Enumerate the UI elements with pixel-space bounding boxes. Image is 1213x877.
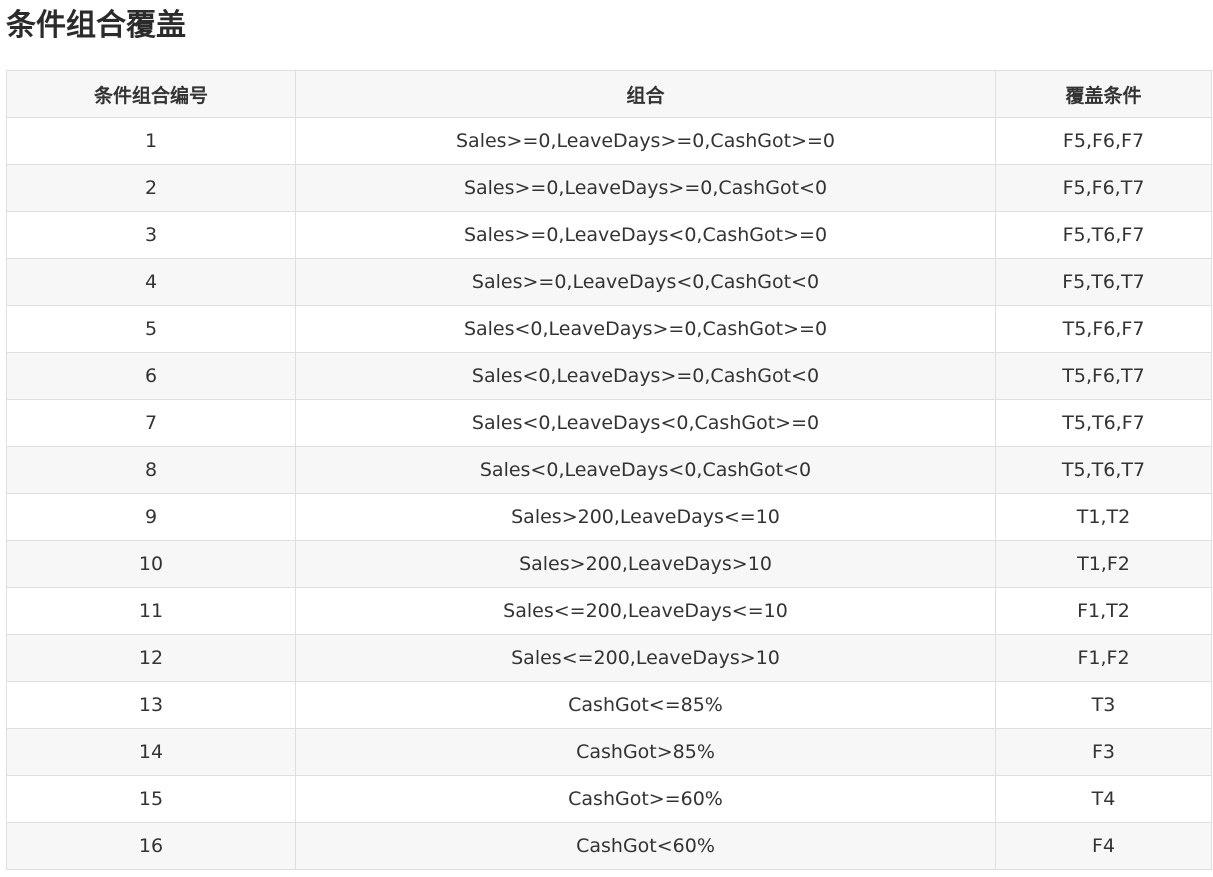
- cell-covered: T5,T6,F7: [995, 399, 1212, 447]
- table-row: 13 CashGot<=85% T3: [6, 681, 1212, 729]
- cell-id: 2: [6, 164, 296, 212]
- cell-combination: Sales>=0,LeaveDays<0,CashGot<0: [295, 258, 996, 306]
- cell-combination: Sales>=0,LeaveDays<0,CashGot>=0: [295, 211, 996, 259]
- cell-id: 15: [6, 775, 296, 823]
- cell-combination: Sales<=200,LeaveDays<=10: [295, 587, 996, 635]
- cell-combination: Sales>200,LeaveDays>10: [295, 540, 996, 588]
- cell-combination: Sales>=0,LeaveDays>=0,CashGot<0: [295, 164, 996, 212]
- cell-combination: Sales<0,LeaveDays>=0,CashGot<0: [295, 352, 996, 400]
- cell-combination: Sales>=0,LeaveDays>=0,CashGot>=0: [295, 117, 996, 165]
- table-row: 4 Sales>=0,LeaveDays<0,CashGot<0 F5,T6,T…: [6, 258, 1212, 306]
- cell-id: 8: [6, 446, 296, 494]
- page-title: 条件组合覆盖: [6, 8, 186, 43]
- cell-combination: Sales<0,LeaveDays>=0,CashGot>=0: [295, 305, 996, 353]
- cell-covered: F5,T6,T7: [995, 258, 1212, 306]
- cell-covered: F1,T2: [995, 587, 1212, 635]
- table-row: 3 Sales>=0,LeaveDays<0,CashGot>=0 F5,T6,…: [6, 211, 1212, 259]
- cell-covered: F3: [995, 728, 1212, 776]
- table-row: 12 Sales<=200,LeaveDays>10 F1,F2: [6, 634, 1212, 682]
- cell-covered: T1,T2: [995, 493, 1212, 541]
- table-row: 14 CashGot>85% F3: [6, 728, 1212, 776]
- cell-covered: T1,F2: [995, 540, 1212, 588]
- table-row: 8 Sales<0,LeaveDays<0,CashGot<0 T5,T6,T7: [6, 446, 1212, 494]
- cell-combination: Sales<=200,LeaveDays>10: [295, 634, 996, 682]
- cell-combination: CashGot<60%: [295, 822, 996, 870]
- cell-covered: F5,F6,F7: [995, 117, 1212, 165]
- cell-id: 1: [6, 117, 296, 165]
- cell-combination: CashGot>=60%: [295, 775, 996, 823]
- cell-combination: CashGot<=85%: [295, 681, 996, 729]
- cell-id: 3: [6, 211, 296, 259]
- cell-id: 13: [6, 681, 296, 729]
- cell-covered: F1,F2: [995, 634, 1212, 682]
- table-row: 5 Sales<0,LeaveDays>=0,CashGot>=0 T5,F6,…: [6, 305, 1212, 353]
- cell-combination: CashGot>85%: [295, 728, 996, 776]
- cell-id: 4: [6, 258, 296, 306]
- table-row: 10 Sales>200,LeaveDays>10 T1,F2: [6, 540, 1212, 588]
- table-row: 9 Sales>200,LeaveDays<=10 T1,T2: [6, 493, 1212, 541]
- cell-id: 11: [6, 587, 296, 635]
- cell-combination: Sales<0,LeaveDays<0,CashGot>=0: [295, 399, 996, 447]
- table-row: 11 Sales<=200,LeaveDays<=10 F1,T2: [6, 587, 1212, 635]
- table-row: 1 Sales>=0,LeaveDays>=0,CashGot>=0 F5,F6…: [6, 117, 1212, 165]
- cell-combination: Sales<0,LeaveDays<0,CashGot<0: [295, 446, 996, 494]
- cell-id: 9: [6, 493, 296, 541]
- cell-covered: T5,F6,F7: [995, 305, 1212, 353]
- cell-covered: F4: [995, 822, 1212, 870]
- table-row: 2 Sales>=0,LeaveDays>=0,CashGot<0 F5,F6,…: [6, 164, 1212, 212]
- cell-id: 5: [6, 305, 296, 353]
- cell-combination: Sales>200,LeaveDays<=10: [295, 493, 996, 541]
- cell-id: 6: [6, 352, 296, 400]
- table-row: 15 CashGot>=60% T4: [6, 775, 1212, 823]
- cell-id: 14: [6, 728, 296, 776]
- cell-id: 12: [6, 634, 296, 682]
- cell-covered: T3: [995, 681, 1212, 729]
- table-row: 7 Sales<0,LeaveDays<0,CashGot>=0 T5,T6,F…: [6, 399, 1212, 447]
- table-row: 16 CashGot<60% F4: [6, 822, 1212, 870]
- cell-id: 7: [6, 399, 296, 447]
- table-row: 6 Sales<0,LeaveDays>=0,CashGot<0 T5,F6,T…: [6, 352, 1212, 400]
- cell-covered: F5,F6,T7: [995, 164, 1212, 212]
- column-header-combination: 组合: [295, 70, 996, 118]
- cell-id: 16: [6, 822, 296, 870]
- cell-covered: F5,T6,F7: [995, 211, 1212, 259]
- condition-combination-table: 条件组合编号 组合 覆盖条件 1 Sales>=0,LeaveDays>=0,C…: [6, 70, 1212, 870]
- cell-covered: T4: [995, 775, 1212, 823]
- cell-id: 10: [6, 540, 296, 588]
- table-header-row: 条件组合编号 组合 覆盖条件: [6, 70, 1212, 118]
- column-header-covered: 覆盖条件: [995, 70, 1212, 118]
- column-header-id: 条件组合编号: [6, 70, 296, 118]
- cell-covered: T5,F6,T7: [995, 352, 1212, 400]
- cell-covered: T5,T6,T7: [995, 446, 1212, 494]
